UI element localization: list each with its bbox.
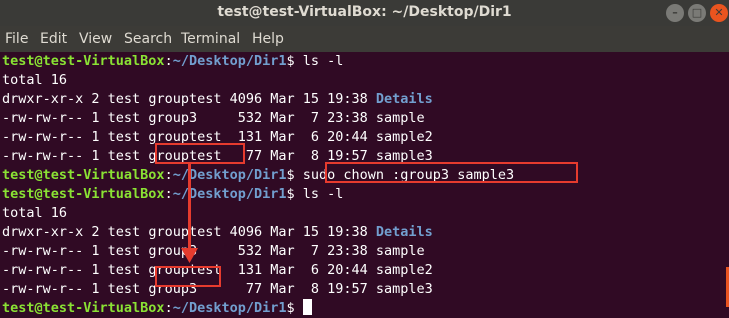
row-prefix: drwxr-xr-x 2 test: [2, 91, 149, 107]
menu-terminal[interactable]: Terminal: [181, 31, 240, 47]
row-meta: 532 Mar 7 23:38: [221, 243, 376, 259]
prompt-path: ~/Desktop/Dir1: [172, 300, 287, 316]
prompt-separator: :: [164, 53, 173, 69]
prompt-separator: :: [164, 300, 173, 316]
listing-row: -rw-rw-r-- 1 test group3 532 Mar 7 23:38…: [0, 109, 729, 128]
command-text: ls -l: [302, 53, 344, 69]
command-text: ls -l: [302, 186, 344, 202]
menu-bar: File Edit View Search Terminal Help: [0, 26, 729, 52]
prompt-user: test@test-VirtualBox: [2, 186, 165, 202]
row-meta: 131 Mar 6 20:44: [221, 262, 376, 278]
row-prefix: -rw-rw-r-- 1 test: [2, 262, 149, 278]
row-meta: 131 Mar 6 20:44: [221, 129, 376, 145]
row-prefix: -rw-rw-r-- 1 test: [2, 243, 149, 259]
listing-row: -rw-rw-r-- 1 test grouptest 77 Mar 8 19:…: [0, 147, 729, 166]
row-group: grouptest: [148, 262, 222, 278]
listing-row: -rw-rw-r-- 1 test group3 532 Mar 7 23:38…: [0, 242, 729, 261]
row-meta: 77 Mar 8 19:57: [221, 148, 376, 164]
prompt-line: test@test-VirtualBox:~/Desktop/Dir1$ sud…: [0, 166, 729, 185]
row-prefix: -rw-rw-r-- 1 test: [2, 281, 149, 297]
row-prefix: -rw-rw-r-- 1 test: [2, 129, 149, 145]
row-prefix: drwxr-xr-x 2 test: [2, 224, 149, 240]
listing-row: drwxr-xr-x 2 test grouptest 4096 Mar 15 …: [0, 90, 729, 109]
text-cursor: [302, 299, 312, 315]
prompt-symbol: $: [286, 186, 303, 202]
prompt-symbol: $: [286, 167, 303, 183]
prompt-path: ~/Desktop/Dir1: [172, 53, 287, 69]
row-name: sample3: [375, 281, 433, 297]
menu-search[interactable]: Search: [124, 31, 172, 47]
row-group: grouptest: [148, 91, 222, 107]
row-name: Details: [375, 91, 433, 107]
close-icon[interactable]: ✕: [710, 4, 728, 22]
prompt-line: test@test-VirtualBox:~/Desktop/Dir1$ ls …: [0, 52, 729, 71]
total-line: total 16: [2, 72, 68, 88]
prompt-line: test@test-VirtualBox:~/Desktop/Dir1$: [0, 299, 729, 318]
row-prefix: -rw-rw-r-- 1 test: [2, 110, 149, 126]
row-name: Details: [375, 224, 433, 240]
row-prefix: -rw-rw-r-- 1 test: [2, 148, 149, 164]
row-name: sample2: [375, 129, 433, 145]
listing-row: drwxr-xr-x 2 test grouptest 4096 Mar 15 …: [0, 223, 729, 242]
maximize-icon[interactable]: □: [688, 4, 706, 22]
prompt-separator: :: [164, 186, 173, 202]
row-meta: 4096 Mar 15 19:38: [221, 224, 376, 240]
window-title: test@test-VirtualBox: ~/Desktop/Dir1: [217, 4, 512, 20]
menu-help[interactable]: Help: [252, 31, 284, 47]
row-group: group3: [148, 281, 222, 297]
row-group: grouptest: [148, 224, 222, 240]
listing-row: -rw-rw-r-- 1 test group3 77 Mar 8 19:57 …: [0, 280, 729, 299]
row-name: sample: [375, 243, 425, 259]
row-group: grouptest: [148, 129, 222, 145]
prompt-user: test@test-VirtualBox: [2, 167, 165, 183]
window-titlebar: test@test-VirtualBox: ~/Desktop/Dir1 – □…: [0, 0, 729, 26]
row-group: group3: [148, 110, 222, 126]
prompt-separator: :: [164, 167, 173, 183]
row-meta: 77 Mar 8 19:57: [221, 281, 376, 297]
arrow-shaft: [188, 164, 191, 252]
prompt-symbol: $: [286, 300, 303, 316]
arrow-down-icon: [181, 248, 198, 263]
row-group: grouptest: [148, 148, 222, 164]
row-name: sample3: [375, 148, 433, 164]
prompt-line: test@test-VirtualBox:~/Desktop/Dir1$ ls …: [0, 185, 729, 204]
command-text: sudo chown :group3 sample3: [302, 167, 515, 183]
row-name: sample2: [375, 262, 433, 278]
total-line: total 16: [2, 205, 68, 221]
prompt-user: test@test-VirtualBox: [2, 300, 165, 316]
row-meta: 532 Mar 7 23:38: [221, 110, 376, 126]
terminal-output[interactable]: test@test-VirtualBox:~/Desktop/Dir1$ ls …: [0, 52, 729, 316]
listing-row: -rw-rw-r-- 1 test grouptest 131 Mar 6 20…: [0, 261, 729, 280]
prompt-symbol: $: [286, 53, 303, 69]
menu-edit[interactable]: Edit: [40, 31, 67, 47]
minimize-icon[interactable]: –: [666, 4, 684, 22]
menu-view[interactable]: View: [79, 31, 112, 47]
prompt-user: test@test-VirtualBox: [2, 53, 165, 69]
row-name: sample: [375, 110, 425, 126]
row-meta: 4096 Mar 15 19:38: [221, 91, 376, 107]
menu-file[interactable]: File: [5, 31, 28, 47]
listing-row: -rw-rw-r-- 1 test grouptest 131 Mar 6 20…: [0, 128, 729, 147]
